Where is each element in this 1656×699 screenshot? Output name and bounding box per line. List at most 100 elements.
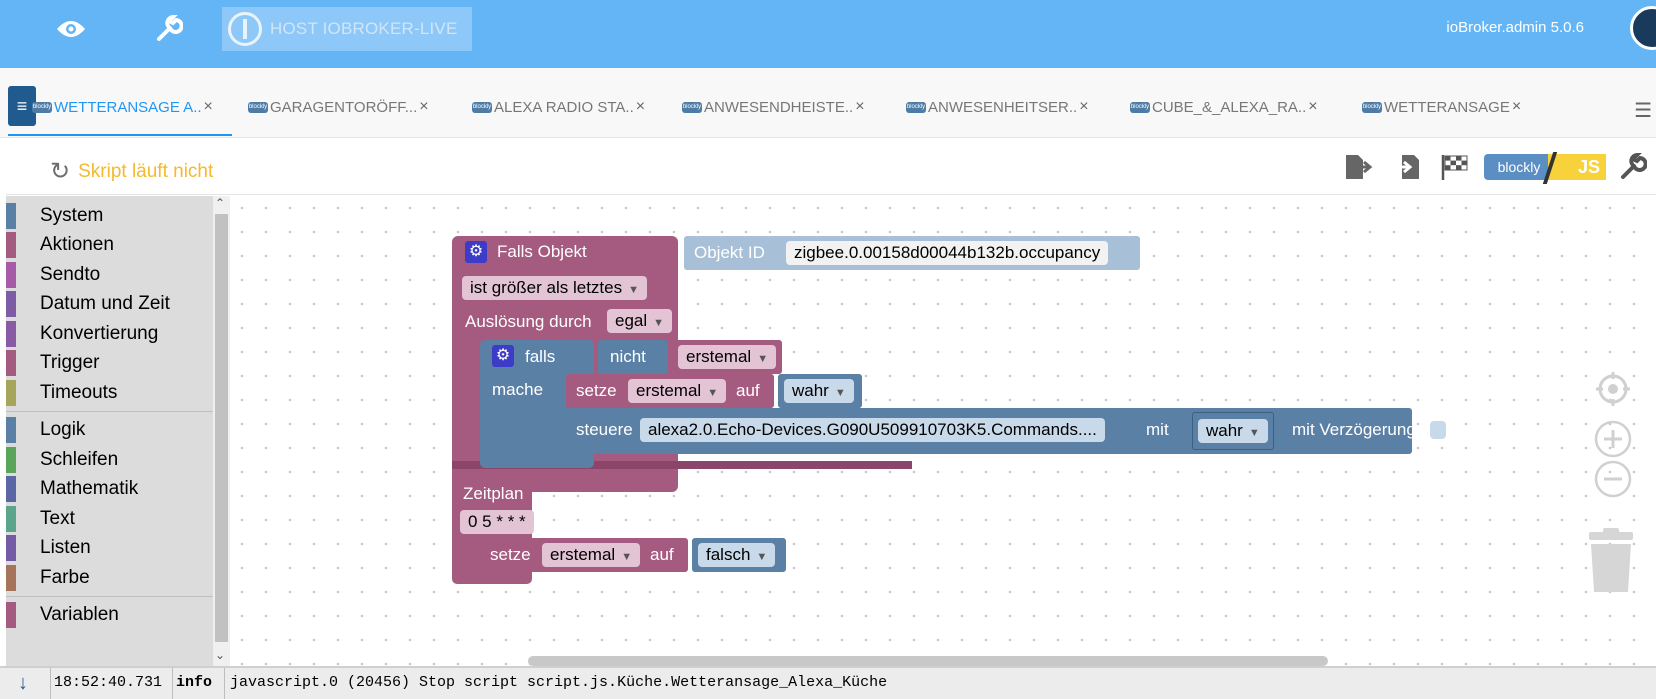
blockly-workspace[interactable]: ⚙ Falls Objekt Objekt ID zigbee.0.00158d… xyxy=(230,196,1656,666)
delay-checkbox[interactable] xyxy=(1430,421,1446,439)
toolbox-category-logik[interactable]: Logik xyxy=(6,417,213,444)
tab-cube-alexa-ra[interactable]: blockly CUBE_&_ALEXA_RA.. × xyxy=(1130,94,1318,120)
settings-wrench-icon[interactable] xyxy=(1616,151,1650,183)
import-icon[interactable] xyxy=(1390,151,1424,183)
category-color-swatch xyxy=(6,505,16,532)
checkered-flag-icon[interactable] xyxy=(1438,151,1472,183)
category-color-swatch xyxy=(6,379,16,406)
gear-icon[interactable]: ⚙ xyxy=(465,241,487,263)
scroll-up-icon[interactable]: ⌃ xyxy=(215,196,225,210)
category-color-swatch xyxy=(6,350,16,376)
tab-wetteransage[interactable]: blockly WETTERANSAGE × xyxy=(1362,94,1521,120)
log-message: javascript.0 (20456) Stop script script.… xyxy=(230,674,888,691)
toolbox-category-farbe[interactable]: Farbe xyxy=(6,564,213,591)
toolbox-category-system[interactable]: System xyxy=(6,202,213,229)
log-toggle-arrow-icon[interactable]: ↓ xyxy=(18,672,28,695)
status-text: Skript läuft nicht xyxy=(78,160,214,182)
toolbox-separator xyxy=(6,410,213,412)
toolbox-category-text[interactable]: Text xyxy=(6,505,213,532)
toolbox-scrollbar[interactable]: ⌃ ⌄ xyxy=(213,196,230,666)
logo-button[interactable] xyxy=(1630,6,1656,50)
category-label: Logik xyxy=(40,419,86,440)
script-status: ↻ Skript läuft nicht xyxy=(50,157,213,186)
blockly-toolbox: System Aktionen Sendto Datum und Zeit Konver… xyxy=(6,196,230,666)
log-panel: ↓ 18:52:40.731 info javascript.0 (20456)… xyxy=(0,666,1656,699)
mode-blockly: blockly xyxy=(1484,154,1554,180)
close-icon[interactable]: × xyxy=(204,98,213,116)
gear-icon[interactable]: ⚙ xyxy=(492,345,514,367)
bool-dropdown-2[interactable]: falsch ▼ xyxy=(698,543,776,567)
tab-alexa-radio-sta[interactable]: blockly ALEXA RADIO STA.. × xyxy=(472,94,645,120)
control-value: wahr xyxy=(1206,421,1243,440)
category-color-swatch xyxy=(6,320,16,347)
blockly-badge-icon: blockly xyxy=(1130,101,1150,113)
scroll-down-icon[interactable]: ⌄ xyxy=(215,648,225,662)
toolbox-category-datum-und-zeit[interactable]: Datum und Zeit xyxy=(6,291,213,318)
toolbox-category-konvertierung[interactable]: Konvertierung xyxy=(6,320,213,347)
do-label: mache xyxy=(492,380,544,399)
object-id-label: Objekt ID xyxy=(694,243,765,262)
category-label: Aktionen xyxy=(40,234,114,255)
close-icon[interactable]: × xyxy=(855,98,864,116)
tab-menu-icon[interactable]: ☰ xyxy=(1634,98,1652,123)
close-icon[interactable]: × xyxy=(1308,98,1317,116)
category-color-swatch xyxy=(6,232,16,258)
toolbox-category-aktionen[interactable]: Aktionen xyxy=(6,232,213,259)
close-icon[interactable]: × xyxy=(1079,98,1088,116)
control-value-dropdown[interactable]: wahr ▼ xyxy=(1198,419,1268,443)
mode-js: JS xyxy=(1548,154,1606,180)
category-label: Schleifen xyxy=(40,448,119,470)
eye-icon[interactable] xyxy=(48,10,94,48)
category-color-swatch xyxy=(6,417,16,443)
close-icon[interactable]: × xyxy=(1512,98,1521,116)
export-icon[interactable] xyxy=(1342,151,1376,183)
cron-field[interactable]: 0 5 * * * xyxy=(460,510,534,534)
close-icon[interactable]: × xyxy=(636,98,645,116)
var-name: erstemal xyxy=(686,347,752,366)
control-target-field[interactable]: alexa2.0.Echo-Devices.G090U509910703K5.C… xyxy=(640,418,1105,442)
tab-label: WETTERANSAGE A.. xyxy=(54,98,202,116)
condition-dropdown[interactable]: ist größer als letztes ▼ xyxy=(462,276,647,300)
tab-anwesendheiste[interactable]: blockly ANWESENDHEISTE.. × xyxy=(682,94,865,120)
category-label: Konvertierung xyxy=(40,322,159,344)
toolbox-category-listen[interactable]: Listen xyxy=(6,535,213,562)
blockly-js-toggle[interactable]: blockly JS xyxy=(1484,152,1612,184)
var-dropdown[interactable]: erstemal ▼ xyxy=(678,345,777,369)
host-selector[interactable]: HOST IOBROKER-LIVE xyxy=(222,7,472,51)
close-icon[interactable]: × xyxy=(419,98,428,116)
category-label: Datum und Zeit xyxy=(40,293,170,314)
active-tab-indicator xyxy=(8,134,232,136)
dropdown-arrow-icon: ▼ xyxy=(653,317,665,329)
trigger-by-value: egal xyxy=(615,311,648,330)
schedule-label: Zeitplan xyxy=(463,484,524,503)
bool-dropdown[interactable]: wahr ▼ xyxy=(784,379,854,403)
refresh-icon[interactable]: ↻ xyxy=(50,157,70,186)
toolbox-category-schleifen[interactable]: Schleifen xyxy=(6,446,213,473)
log-divider xyxy=(172,668,173,699)
object-id-field[interactable]: zigbee.0.00158d00044b132b.occupancy xyxy=(786,241,1109,265)
toolbox-category-variablen[interactable]: Variablen xyxy=(6,602,213,629)
tab-garagentoroeff[interactable]: blockly GARAGENTORÖFF... × xyxy=(248,94,429,120)
set-var-dropdown[interactable]: erstemal ▼ xyxy=(628,379,727,403)
toolbox-category-timeouts[interactable]: Timeouts xyxy=(6,379,213,406)
zoom-in-icon[interactable] xyxy=(1592,418,1634,460)
toolbox-category-sendto[interactable]: Sendto xyxy=(6,261,213,288)
script-tab-bar: ≡ blockly WETTERANSAGE A.. × blockly GAR… xyxy=(0,68,1656,138)
log-time: 18:52:40.731 xyxy=(54,674,163,691)
trigger-by-dropdown[interactable]: egal ▼ xyxy=(607,309,673,333)
tab-label: CUBE_&_ALEXA_RA.. xyxy=(1152,98,1307,116)
workspace-hscrollbar[interactable] xyxy=(528,656,1328,666)
tab-anwesenheitser[interactable]: blockly ANWESENHEITSER.. × xyxy=(906,94,1089,120)
wrench-icon[interactable] xyxy=(146,10,192,48)
trash-icon[interactable] xyxy=(1582,526,1640,596)
scrollbar-thumb[interactable] xyxy=(215,214,228,642)
set-var-dropdown-2[interactable]: erstemal ▼ xyxy=(542,543,641,567)
zoom-out-icon[interactable] xyxy=(1592,458,1634,500)
tab-wetteransage-a[interactable]: blockly WETTERANSAGE A.. × xyxy=(32,94,213,120)
recenter-icon[interactable] xyxy=(1592,368,1634,410)
toolbox-category-mathematik[interactable]: Mathematik xyxy=(6,476,213,503)
tab-label: WETTERANSAGE xyxy=(1384,98,1510,116)
tab-label: ANWESENDHEISTE.. xyxy=(704,98,854,116)
tab-label: ANWESENHEITSER.. xyxy=(928,98,1078,116)
toolbox-category-trigger[interactable]: Trigger xyxy=(6,350,213,377)
